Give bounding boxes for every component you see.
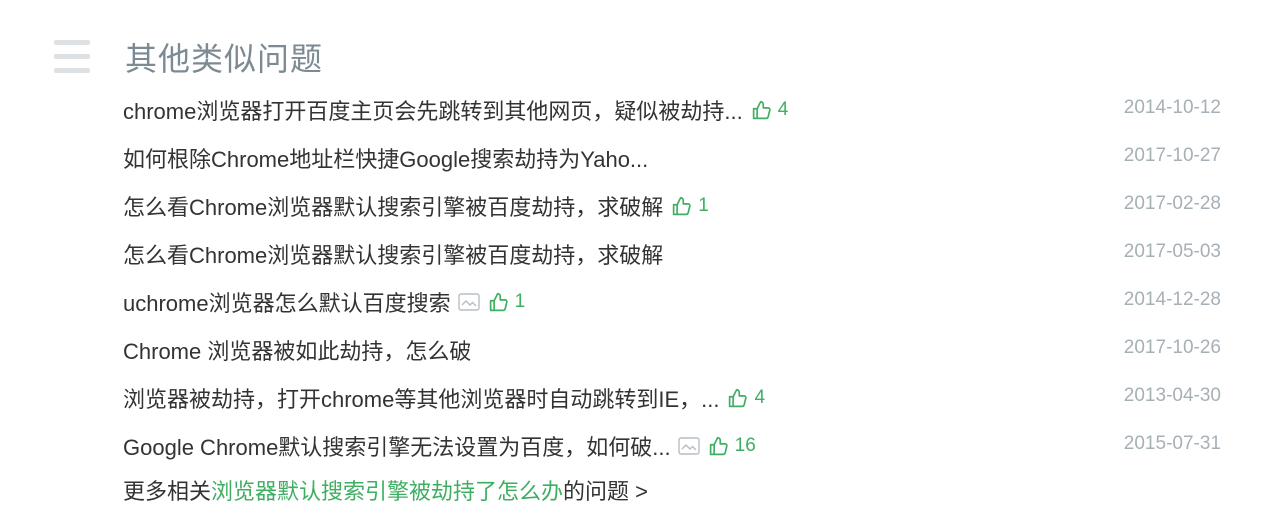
like-count[interactable]: 4	[751, 99, 789, 121]
question-date: 2014-12-28	[1123, 289, 1221, 310]
section-title: 其他类似问题	[125, 41, 324, 77]
question-link[interactable]: 怎么看Chrome浏览器默认搜索引擎被百度劫持，求破解	[123, 190, 663, 222]
thumbs-up-icon	[752, 100, 771, 119]
question-main: Google Chrome默认搜索引擎无法设置为百度，如何破... 16	[123, 430, 756, 462]
question-date: 2017-10-26	[1123, 337, 1221, 358]
question-main: chrome浏览器打开百度主页会先跳转到其他网页，疑似被劫持... 4	[123, 94, 788, 126]
question-link[interactable]: 怎么看Chrome浏览器默认搜索引擎被百度劫持，求破解	[123, 238, 663, 270]
like-number: 1	[698, 195, 709, 216]
menu-bar	[54, 54, 90, 59]
question-row: 怎么看Chrome浏览器默认搜索引擎被百度劫持，求破解 1 2017-02-28	[123, 182, 1221, 230]
question-row: uchrome浏览器怎么默认百度搜索 1 2014-12-28	[123, 278, 1221, 326]
menu-bar	[54, 68, 90, 73]
question-main: Chrome 浏览器被如此劫持，怎么破	[123, 334, 471, 366]
like-number: 4	[777, 99, 789, 120]
thumbs-up-icon	[729, 388, 748, 407]
question-date: 2013-04-30	[1123, 385, 1221, 406]
question-main: 浏览器被劫持，打开chrome等其他浏览器时自动跳转到IE，... 4	[123, 382, 765, 414]
question-list: chrome浏览器打开百度主页会先跳转到其他网页，疑似被劫持... 4 2014-1…	[123, 86, 1221, 470]
question-row: 如何根除Chrome地址栏快捷Google搜索劫持为Yaho... 2017-10…	[123, 134, 1221, 182]
question-link[interactable]: chrome浏览器打开百度主页会先跳转到其他网页，疑似被劫持...	[123, 94, 743, 126]
like-count[interactable]: 4	[727, 387, 765, 409]
question-main: 怎么看Chrome浏览器默认搜索引擎被百度劫持，求破解	[123, 238, 663, 270]
question-link[interactable]: uchrome浏览器怎么默认百度搜索	[123, 286, 451, 318]
question-date: 2017-10-27	[1123, 145, 1221, 166]
question-row: chrome浏览器打开百度主页会先跳转到其他网页，疑似被劫持... 4 2014-1…	[123, 86, 1221, 134]
question-link[interactable]: 如何根除Chrome地址栏快捷Google搜索劫持为Yaho...	[123, 142, 648, 174]
more-suffix[interactable]: 的问题 >	[563, 479, 648, 504]
thumbs-up-icon	[709, 436, 728, 455]
question-date: 2014-10-12	[1123, 97, 1221, 118]
question-link[interactable]: Google Chrome默认搜索引擎无法设置为百度，如何破...	[123, 430, 671, 462]
question-main: 如何根除Chrome地址栏快捷Google搜索劫持为Yaho...	[123, 142, 648, 174]
more-related-link[interactable]: 浏览器默认搜索引擎被劫持了怎么办	[211, 479, 563, 504]
thumbs-up-icon	[489, 292, 508, 311]
question-link[interactable]: Chrome 浏览器被如此劫持，怎么破	[123, 334, 471, 366]
like-number: 1	[514, 291, 526, 312]
question-row: Google Chrome默认搜索引擎无法设置为百度，如何破... 16 2015-…	[123, 422, 1221, 470]
question-row: Chrome 浏览器被如此劫持，怎么破 2017-10-26	[123, 326, 1221, 374]
more-related: 更多相关浏览器默认搜索引擎被劫持了怎么办的问题 >	[123, 474, 648, 506]
more-prefix: 更多相关	[123, 479, 212, 504]
like-count[interactable]: 16	[708, 435, 756, 457]
question-date: 2015-07-31	[1123, 433, 1221, 454]
like-number: 16	[734, 435, 756, 456]
question-main: 怎么看Chrome浏览器默认搜索引擎被百度劫持，求破解 1	[123, 190, 709, 222]
menu-bar	[54, 40, 90, 45]
like-number: 4	[754, 387, 766, 408]
similar-questions-panel: 其他类似问题 chrome浏览器打开百度主页会先跳转到其他网页，疑似被劫持...…	[0, 0, 1280, 523]
image-icon	[677, 437, 700, 455]
question-link[interactable]: 浏览器被劫持，打开chrome等其他浏览器时自动跳转到IE，...	[123, 382, 719, 414]
menu-icon[interactable]	[54, 40, 90, 74]
like-count[interactable]: 1	[671, 195, 709, 217]
question-row: 浏览器被劫持，打开chrome等其他浏览器时自动跳转到IE，... 4 2013-0…	[123, 374, 1221, 422]
question-date: 2017-02-28	[1123, 193, 1221, 214]
question-main: uchrome浏览器怎么默认百度搜索 1	[123, 286, 525, 318]
like-count[interactable]: 1	[488, 291, 526, 313]
thumbs-up-icon	[673, 196, 691, 215]
image-icon	[457, 293, 480, 311]
question-date: 2017-05-03	[1123, 241, 1221, 262]
question-row: 怎么看Chrome浏览器默认搜索引擎被百度劫持，求破解 2017-05-03	[123, 230, 1221, 278]
